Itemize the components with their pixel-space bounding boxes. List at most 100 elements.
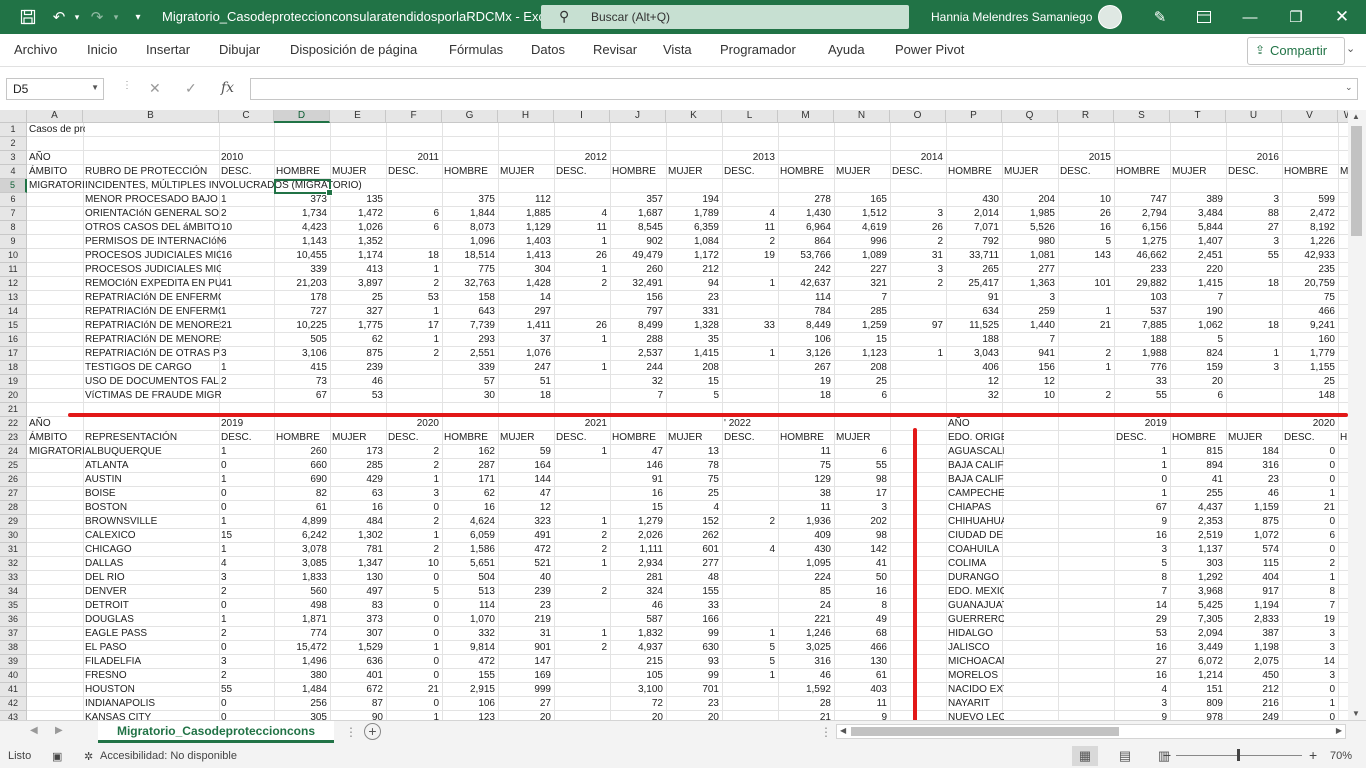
cell-R7[interactable]: 26 [1058, 207, 1114, 221]
cell-I11[interactable]: 1 [554, 263, 610, 277]
cell-M42[interactable]: 28 [778, 697, 834, 711]
cell-H6[interactable]: 112 [498, 193, 554, 207]
row-header-19[interactable]: 19 [0, 375, 27, 389]
cell-D39[interactable]: 1,496 [274, 655, 330, 669]
cell-I37[interactable]: 1 [554, 627, 610, 641]
cell-J31[interactable]: 1,111 [610, 543, 666, 557]
cell-K33[interactable]: 48 [666, 571, 722, 585]
horizontal-scrollbar[interactable]: ◀ ▶ [836, 724, 1346, 739]
cell-G20[interactable]: 30 [442, 389, 498, 403]
cell-B16[interactable]: REPATRIACIóN DE MENORES INFRACTO [83, 333, 221, 347]
cell-B30[interactable]: CALEXICO [83, 529, 221, 543]
cell-P25[interactable]: BAJA CALIFORNIA [946, 459, 1004, 473]
cell-M23[interactable]: HOMBRE [778, 431, 836, 445]
cell-T18[interactable]: 159 [1170, 361, 1226, 375]
cell-C31[interactable]: 1 [219, 543, 276, 557]
cell-H36[interactable]: 219 [498, 613, 554, 627]
tab-revisar[interactable]: Revisar [593, 42, 637, 57]
expand-formula-bar-icon[interactable]: ⌄ [1345, 82, 1353, 93]
cell-W4[interactable]: M [1338, 165, 1348, 179]
macro-record-icon[interactable]: ▣ [52, 750, 62, 763]
add-sheet-button[interactable]: + [364, 723, 381, 740]
cell-J40[interactable]: 105 [610, 669, 666, 683]
cell-T10[interactable]: 2,451 [1170, 249, 1226, 263]
cell-N12[interactable]: 321 [834, 277, 890, 291]
cell-G10[interactable]: 18,514 [442, 249, 498, 263]
cell-K37[interactable]: 99 [666, 627, 722, 641]
cell-P33[interactable]: DURANGO [946, 571, 1004, 585]
cell-F3[interactable]: 2011 [386, 151, 442, 165]
cell-R3[interactable]: 2015 [1058, 151, 1114, 165]
cell-T23[interactable]: HOMBRE [1170, 431, 1228, 445]
cell-T39[interactable]: 6,072 [1170, 655, 1226, 669]
vertical-scrollbar[interactable]: ▲ ▼ [1348, 110, 1366, 720]
cell-B35[interactable]: DETROIT [83, 599, 221, 613]
cell-S32[interactable]: 5 [1114, 557, 1170, 571]
cell-N14[interactable]: 285 [834, 305, 890, 319]
cell-C28[interactable]: 0 [219, 501, 276, 515]
cell-C19[interactable]: 2 [219, 375, 276, 389]
cell-I4[interactable]: DESC. [554, 165, 612, 179]
cell-J12[interactable]: 32,491 [610, 277, 666, 291]
cell-P36[interactable]: GUERRERO [946, 613, 1004, 627]
cell-D31[interactable]: 3,078 [274, 543, 330, 557]
cell-V36[interactable]: 19 [1282, 613, 1338, 627]
cell-E19[interactable]: 46 [330, 375, 386, 389]
cell-F25[interactable]: 2 [386, 459, 442, 473]
enter-icon[interactable]: ✓ [185, 80, 197, 97]
cell-G27[interactable]: 62 [442, 487, 498, 501]
cell-U26[interactable]: 23 [1226, 473, 1282, 487]
cell-P42[interactable]: NAYARIT [946, 697, 1004, 711]
scroll-up-icon[interactable]: ▲ [1352, 112, 1360, 121]
cell-F24[interactable]: 2 [386, 445, 442, 459]
sheet-tab-migratorio[interactable]: Migratorio_Casodeproteccioncons [98, 721, 334, 743]
cell-T4[interactable]: MUJER [1170, 165, 1228, 179]
cell-G23[interactable]: HOMBRE [442, 431, 500, 445]
row-header-5[interactable]: 5 [0, 179, 27, 193]
row-header-11[interactable]: 11 [0, 263, 27, 277]
column-header-J[interactable]: J [610, 110, 666, 123]
cell-L8[interactable]: 11 [722, 221, 778, 235]
cell-B13[interactable]: REPATRIACIóN DE ENFERMOS EN PROC [83, 291, 221, 305]
cell-L37[interactable]: 1 [722, 627, 778, 641]
cell-P14[interactable]: 634 [946, 305, 1002, 319]
cell-J42[interactable]: 72 [610, 697, 666, 711]
cell-C22[interactable]: 2019 [219, 417, 276, 431]
row-header-37[interactable]: 37 [0, 627, 27, 641]
cell-D32[interactable]: 3,085 [274, 557, 330, 571]
cell-D20[interactable]: 67 [274, 389, 330, 403]
cell-Q6[interactable]: 204 [1002, 193, 1058, 207]
cell-L23[interactable]: DESC. [722, 431, 780, 445]
cell-T43[interactable]: 978 [1170, 711, 1226, 720]
cell-S28[interactable]: 67 [1114, 501, 1170, 515]
cell-N23[interactable]: MUJER [834, 431, 892, 445]
cell-U36[interactable]: 2,833 [1226, 613, 1282, 627]
cell-S23[interactable]: DESC. [1114, 431, 1172, 445]
cell-B25[interactable]: ATLANTA [83, 459, 221, 473]
cell-O11[interactable]: 3 [890, 263, 946, 277]
cell-D33[interactable]: 1,833 [274, 571, 330, 585]
cell-B32[interactable]: DALLAS [83, 557, 221, 571]
cell-K28[interactable]: 4 [666, 501, 722, 515]
cell-V22[interactable]: 2020 [1282, 417, 1338, 431]
cell-J43[interactable]: 20 [610, 711, 666, 720]
row-header-13[interactable]: 13 [0, 291, 27, 305]
cell-C35[interactable]: 0 [219, 599, 276, 613]
cell-K24[interactable]: 13 [666, 445, 722, 459]
cell-J19[interactable]: 32 [610, 375, 666, 389]
cell-D23[interactable]: HOMBRE [274, 431, 332, 445]
close-icon[interactable]: ✕ [1330, 0, 1354, 34]
cell-K18[interactable]: 208 [666, 361, 722, 375]
cell-C33[interactable]: 3 [219, 571, 276, 585]
share-button[interactable]: ⇪ Compartir [1247, 37, 1345, 65]
cell-E12[interactable]: 3,897 [330, 277, 386, 291]
cell-E29[interactable]: 484 [330, 515, 386, 529]
cell-D8[interactable]: 4,423 [274, 221, 330, 235]
cell-M4[interactable]: HOMBRE [778, 165, 836, 179]
cell-F28[interactable]: 0 [386, 501, 442, 515]
cell-A4[interactable]: ÁMBITO [27, 165, 85, 179]
cell-N18[interactable]: 208 [834, 361, 890, 375]
cell-K38[interactable]: 630 [666, 641, 722, 655]
cell-G8[interactable]: 8,073 [442, 221, 498, 235]
cell-L38[interactable]: 5 [722, 641, 778, 655]
